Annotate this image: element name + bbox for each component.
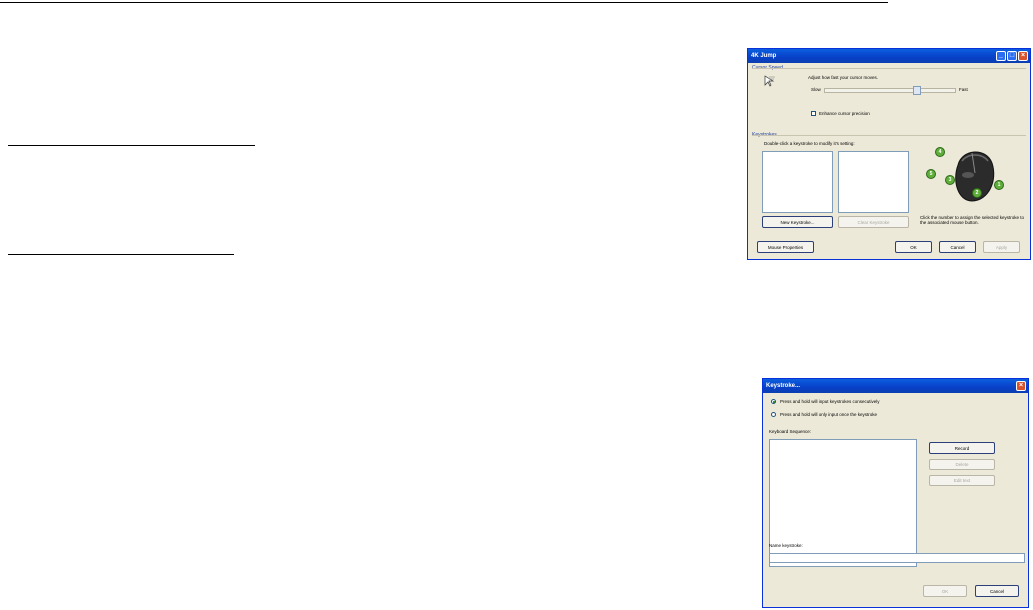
cursor-speed-group — [752, 68, 1026, 69]
new-keystroke-button[interactable]: New Keystroke... — [762, 216, 833, 228]
pointer-speed-icon — [764, 75, 775, 87]
title-bar: Keystroke... × — [763, 379, 1028, 393]
apply-button[interactable]: Apply — [983, 241, 1020, 253]
sequence-label: Keyboard Sequence: — [769, 429, 812, 434]
button-badge-4[interactable]: 4 — [935, 147, 945, 157]
name-label: Name keystroke: — [769, 543, 803, 548]
mouse-settings-dialog: 4K Jump _ □ × Cursor Speed Adjust how fa… — [747, 48, 1031, 260]
enhance-precision-label: Enhance cursor precision — [819, 111, 870, 116]
close-icon[interactable]: × — [1018, 51, 1028, 61]
window-title: 4K Jump — [751, 53, 777, 59]
maximize-icon[interactable]: □ — [1007, 51, 1017, 61]
fast-label: Fast — [959, 87, 968, 92]
button-badge-2[interactable]: 2 — [972, 188, 982, 198]
cancel-button[interactable]: Cancel — [939, 241, 976, 253]
speed-slider-thumb[interactable] — [913, 86, 922, 95]
close-icon[interactable]: × — [1016, 381, 1026, 391]
radio-once[interactable] — [771, 412, 776, 417]
slow-label: Slow — [811, 87, 821, 92]
ok-button[interactable]: OK — [923, 585, 967, 597]
radio-consecutive-label: Press and hold will input keystrokes con… — [780, 399, 880, 404]
edit-text-button[interactable]: Edit text — [929, 475, 995, 486]
mouse-properties-button[interactable]: Mouse Properties — [757, 241, 814, 253]
radio-once-label: Press and hold will only input once the … — [780, 412, 878, 417]
section-rule-1 — [8, 145, 255, 146]
name-input[interactable] — [769, 553, 1025, 563]
enhance-precision-checkbox[interactable] — [811, 111, 816, 116]
ok-button[interactable]: OK — [895, 241, 932, 253]
radio-consecutive[interactable] — [771, 399, 776, 404]
cancel-button[interactable]: Cancel — [975, 585, 1019, 597]
top-rule — [0, 2, 888, 3]
speed-description: Adjust how fast your cursor moves. — [808, 75, 879, 80]
clear-keystroke-button[interactable]: Clear Keystroke — [838, 216, 909, 228]
button-badge-5[interactable]: 5 — [926, 169, 936, 179]
section-rule-2 — [8, 254, 234, 255]
window-title: Keystroke... — [766, 383, 801, 389]
keystroke-dialog: Keystroke... × Press and hold will input… — [762, 378, 1029, 608]
minimize-icon[interactable]: _ — [996, 51, 1006, 61]
keystroke-list-left[interactable] — [762, 151, 833, 213]
title-bar: 4K Jump _ □ × — [748, 49, 1030, 63]
speed-slider[interactable] — [824, 88, 956, 93]
keystroke-list-right[interactable] — [838, 151, 909, 213]
record-button[interactable]: Record — [929, 442, 995, 454]
keystrokes-group — [752, 135, 1026, 136]
button-badge-1[interactable]: 1 — [994, 180, 1004, 190]
keystroke-instruction: Double-click a keystroke to modify it's … — [764, 141, 855, 146]
button-badge-3[interactable]: 3 — [945, 175, 955, 185]
delete-button[interactable]: Delete — [929, 459, 995, 470]
assign-hint: Click the number to assign the selected … — [920, 215, 1025, 225]
